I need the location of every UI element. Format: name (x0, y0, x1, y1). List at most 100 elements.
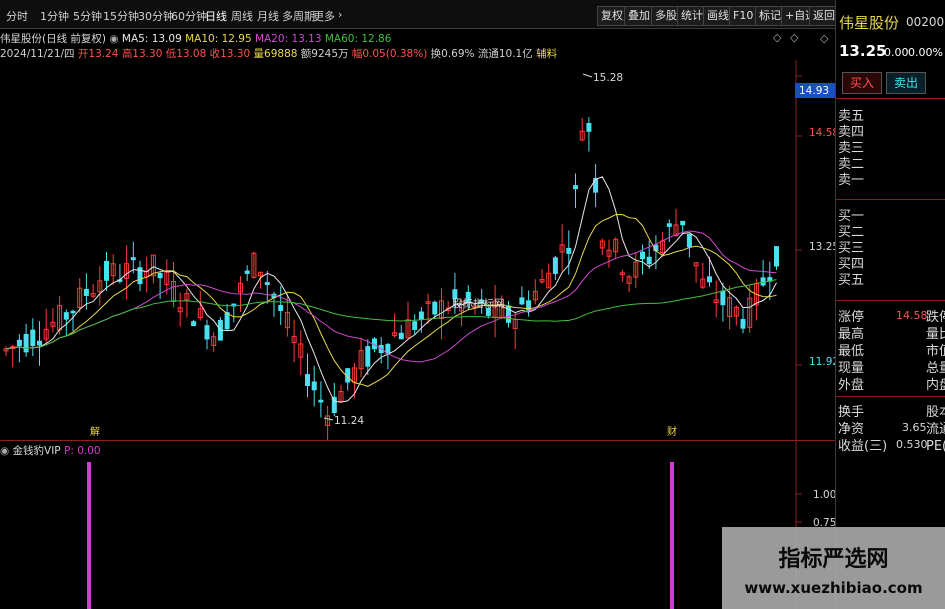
restore-rights-button[interactable]: 复权 (597, 6, 627, 26)
bar-range: 幅0.05(0.38%) (351, 48, 428, 60)
overlay-button[interactable]: 叠加 (624, 6, 654, 26)
candle (204, 319, 210, 350)
candle (566, 230, 572, 275)
candle (244, 265, 250, 282)
candle (97, 266, 103, 306)
sell-button[interactable]: 卖出 (886, 72, 926, 94)
buy-button[interactable]: 买入 (842, 72, 882, 94)
candle (693, 262, 699, 283)
candle (358, 337, 364, 378)
f10-button[interactable]: F10 (729, 6, 758, 26)
low-point-label: 11.24 (334, 415, 364, 427)
watermark-url: www.xuezhibiao.com (744, 579, 923, 597)
candle (331, 382, 337, 417)
signal-bar (670, 462, 674, 609)
indicator-panel[interactable]: 1.00 0.75 (0, 440, 835, 609)
settings-dot-icon[interactable]: ◉ (109, 33, 118, 45)
candle (392, 313, 398, 338)
moving-average-line (5, 279, 777, 350)
tab-60min[interactable]: 60分钟 (171, 8, 207, 24)
candle (519, 286, 525, 306)
tab-5min[interactable]: 5分钟 (73, 8, 102, 24)
tab-30min[interactable]: 30分钟 (138, 8, 174, 24)
more-arrow-icon[interactable]: › (338, 8, 342, 21)
indicator-tick-1: 1.00 (813, 489, 835, 501)
price-tick-2: 13.25 (809, 241, 835, 253)
collapse-icon[interactable]: ◇ (790, 31, 798, 44)
stock-change: 0.00 (884, 46, 909, 59)
stat-value-eps: 0.530 (896, 438, 928, 451)
candle (532, 279, 538, 305)
candle (264, 271, 270, 304)
tab-15min[interactable]: 15分钟 (103, 8, 139, 24)
candle (224, 303, 230, 332)
candle (298, 330, 304, 376)
candle (184, 288, 190, 318)
chart-watermark-label: 股标指标网 (452, 297, 505, 310)
candle (673, 208, 679, 237)
diamond-icon[interactable]: ◇ (773, 31, 781, 44)
signal-bar (87, 462, 91, 609)
candle (325, 405, 331, 440)
bar-amount: 额9245万 (300, 48, 349, 60)
price-tick-3: 11.92 (809, 356, 835, 368)
stock-period-label: 伟星股份(日线 前复权) (0, 33, 107, 45)
candle (305, 353, 310, 398)
candle (177, 292, 183, 327)
candlestick-chart[interactable]: 15.28 11.24 股标指标网 解 财 14.93 14.58 13.25 … (0, 60, 835, 440)
candle (552, 255, 558, 280)
candle (137, 260, 143, 292)
tab-fenshi[interactable]: 分时 (6, 8, 28, 24)
event-mark-cai[interactable]: 财 (667, 425, 677, 438)
price-tick-1: 14.58 (809, 127, 835, 139)
candle (713, 280, 719, 318)
candle (593, 163, 599, 208)
candle (573, 173, 578, 209)
candle (579, 118, 585, 142)
candle (211, 331, 217, 352)
event-mark-jie[interactable]: 解 (90, 425, 100, 438)
candle (351, 362, 357, 398)
indicator-settings-icon[interactable]: ◉ (0, 445, 9, 457)
bar-sector: 辅料 (536, 48, 558, 60)
tab-multi-period[interactable]: 多周期 (282, 8, 315, 24)
candle (318, 381, 324, 418)
candle (77, 278, 83, 313)
candle (278, 286, 284, 325)
candle (3, 346, 9, 357)
tab-monthly[interactable]: 月线 (257, 8, 279, 24)
ma-legend-row: 伟星股份(日线 前复权) ◉ MA5: 13.09 MA10: 12.95 MA… (0, 31, 391, 45)
candle (720, 282, 726, 322)
stat-right-pe: PE(动 (926, 439, 945, 454)
candle (104, 252, 109, 291)
candle (251, 251, 257, 279)
tab-weekly[interactable]: 周线 (231, 8, 253, 24)
tab-1min[interactable]: 1分钟 (40, 8, 69, 24)
candle (626, 274, 632, 293)
bar-close: 收13.30 (209, 48, 251, 60)
tab-daily[interactable]: 日线 (205, 8, 227, 24)
candle (539, 269, 545, 284)
candle (559, 224, 565, 271)
candle (733, 305, 739, 326)
stat-right-inner: 内盘 (926, 378, 945, 393)
close-icon[interactable]: ◇ (820, 32, 828, 45)
ma10-value: MA10: 12.95 (185, 33, 252, 45)
candle (398, 324, 404, 340)
candle (412, 314, 418, 335)
stat-label-eps: 收益(三) (838, 439, 888, 454)
tab-more[interactable]: 更多 (313, 8, 335, 24)
candle (345, 367, 351, 391)
candle (90, 283, 96, 299)
candle (646, 240, 652, 270)
candle (613, 237, 619, 260)
candle (586, 117, 592, 152)
candle (619, 269, 625, 282)
stock-code: 002003 (906, 15, 945, 29)
candle (144, 256, 150, 293)
candle (30, 318, 36, 357)
bar-open: 开13.24 (77, 48, 119, 60)
indicator-name[interactable]: 金钱豹VIP (13, 445, 61, 457)
candle (23, 323, 29, 357)
period-toolbar: 分时 1分钟 5分钟 15分钟 30分钟 60分钟 日线 周线 月线 多周期 更… (0, 0, 839, 29)
